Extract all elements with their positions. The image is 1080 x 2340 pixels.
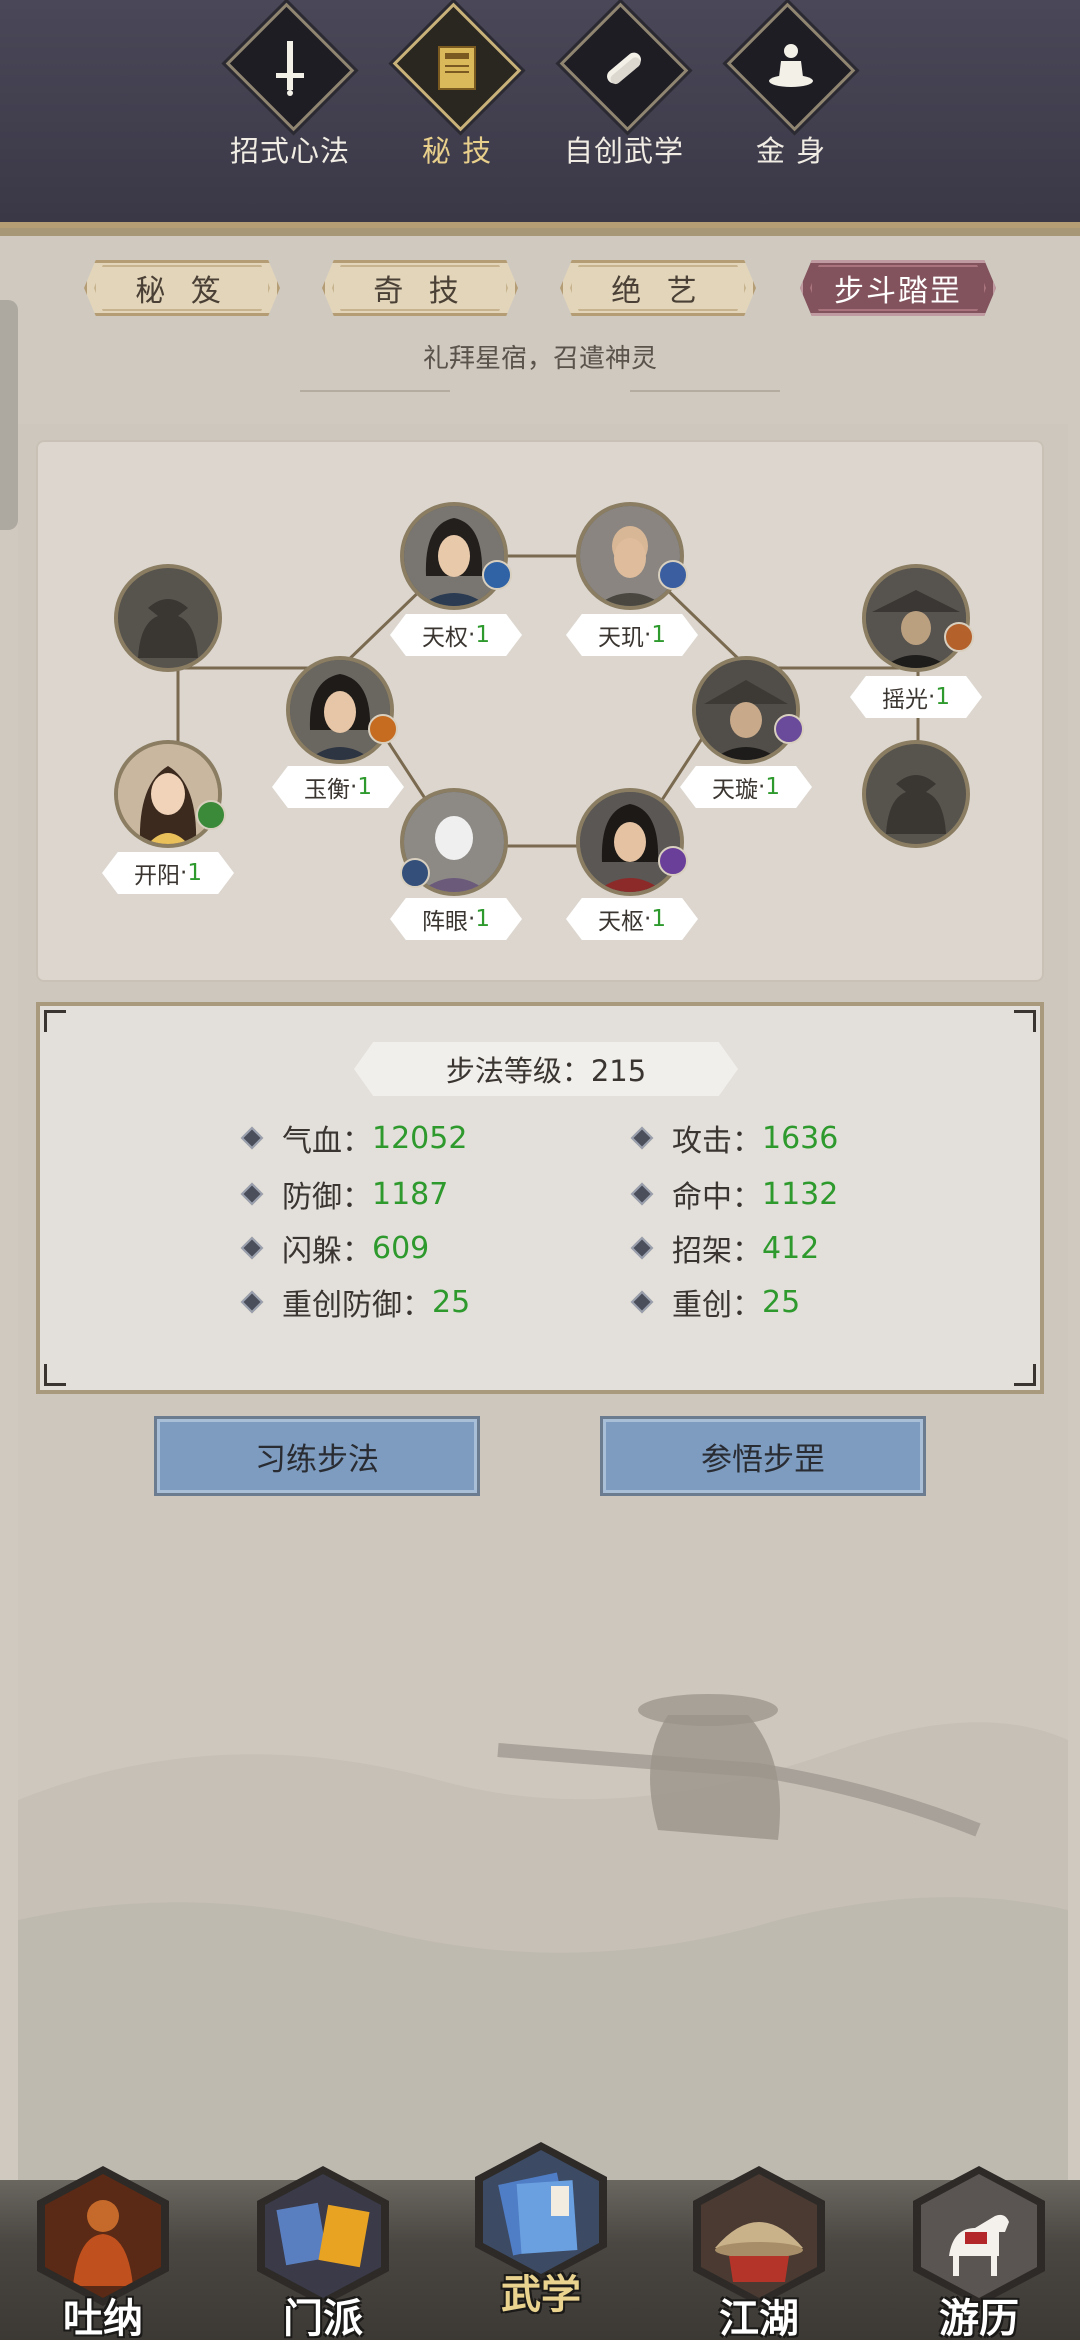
star-nameplate: 天璇 · 1 — [680, 766, 812, 808]
practice-steps-button[interactable]: 习练步法 — [154, 1416, 480, 1496]
diamond-bullet-icon — [630, 1236, 654, 1260]
side-drawer-handle[interactable] — [0, 300, 18, 530]
portrait-yuheng[interactable] — [286, 656, 394, 764]
empty-star-slot[interactable] — [862, 740, 970, 848]
star-nameplate: 天枢 · 1 — [566, 898, 698, 940]
step-level-label: 步法等级：215 — [354, 1042, 738, 1096]
comprehend-steps-button[interactable]: 参悟步罡 — [600, 1416, 926, 1496]
monk-icon — [45, 2174, 161, 2298]
subtab-secret-manual[interactable]: 秘 笈 — [84, 260, 280, 316]
subtab-label: 秘 笈 — [135, 274, 229, 309]
element-badge-icon — [658, 560, 688, 590]
stat-crit-defense: 重创防御： 25 — [236, 1280, 470, 1324]
diamond-bullet-icon — [240, 1290, 264, 1314]
element-badge-icon — [368, 714, 398, 744]
portrait-tianxuan[interactable] — [692, 656, 800, 764]
stat-crit: 重创： 25 — [626, 1280, 800, 1324]
element-badge-icon — [944, 622, 974, 652]
stats-panel: 步法等级：215 气血： 12052 攻击： 1636 防御： 1187 命中： 113… — [36, 1002, 1044, 1394]
top-tab-label: 自创武学 — [563, 134, 684, 168]
diamond-bullet-icon — [630, 1126, 654, 1150]
nav-tuna[interactable]: 吐纳 — [28, 2166, 178, 2340]
portrait-yaoguang[interactable] — [862, 564, 970, 672]
stat-attack: 攻击： 1636 — [626, 1116, 838, 1160]
diamond-bullet-icon — [240, 1236, 264, 1260]
stat-dodge: 闪躲： 609 — [236, 1226, 429, 1270]
subtab-label: 步斗踏罡 — [834, 274, 962, 309]
subtab-special-skill[interactable]: 奇 技 — [322, 260, 518, 316]
horse-icon — [921, 2174, 1037, 2298]
meditation-icon — [726, 2, 856, 132]
diamond-bullet-icon — [240, 1182, 264, 1206]
element-badge-icon — [400, 858, 430, 888]
nav-travel[interactable]: 游历 — [904, 2166, 1054, 2340]
scrolls-icon — [559, 2, 689, 132]
stat-hit: 命中： 1132 — [626, 1172, 838, 1216]
portrait-tianquan[interactable] — [400, 502, 508, 610]
star-nameplate: 阵眼 · 1 — [390, 898, 522, 940]
divider — [630, 390, 780, 394]
element-badge-icon — [658, 846, 688, 876]
scroll-book-icon — [392, 2, 522, 132]
nav-sect[interactable]: 门派 — [248, 2166, 398, 2340]
empty-star-slot[interactable] — [114, 564, 222, 672]
star-nameplate: 天玑 · 1 — [566, 614, 698, 656]
top-tab-custom[interactable]: 自创武学 — [539, 2, 709, 170]
subtab-unique-art[interactable]: 绝 艺 — [560, 260, 756, 316]
stat-hp: 气血： 12052 — [236, 1116, 467, 1160]
star-nameplate: 开阳 · 1 — [102, 852, 234, 894]
straw-hat-icon — [701, 2174, 817, 2298]
star-nameplate: 天权 · 1 — [390, 614, 522, 656]
martial-book-icon — [483, 2150, 599, 2274]
top-tab-label: 秘 技 — [421, 134, 493, 168]
subtab-label: 绝 艺 — [611, 274, 705, 309]
subtab-label: 奇 技 — [373, 274, 467, 309]
divider — [300, 390, 450, 394]
sword-icon — [225, 2, 355, 132]
element-badge-icon — [482, 560, 512, 590]
top-tab-moves[interactable]: 招式心法 — [205, 2, 375, 170]
nav-label: 武学 — [501, 2272, 581, 2318]
nav-label: 游历 — [939, 2296, 1019, 2340]
stat-defense: 防御： 1187 — [236, 1172, 448, 1216]
element-badge-icon — [196, 800, 226, 830]
nav-jianghu[interactable]: 江湖 — [684, 2166, 834, 2340]
nav-label: 江湖 — [719, 2296, 799, 2340]
element-badge-icon — [774, 714, 804, 744]
portrait-tianshu[interactable] — [576, 788, 684, 896]
ink-painting-background — [18, 1694, 1068, 2180]
star-nameplate: 玉衡 · 1 — [272, 766, 404, 808]
portrait-tianji[interactable] — [576, 502, 684, 610]
nav-martial[interactable]: 武学 — [466, 2142, 616, 2318]
portrait-kaiyang[interactable] — [114, 740, 222, 848]
section-subtitle: 礼拜星宿，召遣神灵 — [422, 344, 657, 374]
nav-label: 门派 — [283, 2296, 363, 2340]
diamond-bullet-icon — [630, 1290, 654, 1314]
sect-banner-icon — [265, 2174, 381, 2298]
top-tab-label: 招式心法 — [229, 134, 350, 168]
star-nameplate: 摇光 · 1 — [850, 676, 982, 718]
stat-parry: 招架： 412 — [626, 1226, 819, 1270]
subtab-star-steps[interactable]: 步斗踏罡 — [800, 260, 996, 316]
top-tab-secret[interactable]: 秘 技 — [372, 2, 542, 170]
diamond-bullet-icon — [630, 1182, 654, 1206]
top-tab-label: 金 身 — [755, 134, 827, 168]
diamond-bullet-icon — [240, 1126, 264, 1150]
top-tab-golden-body[interactable]: 金 身 — [706, 2, 876, 170]
nav-label: 吐纳 — [63, 2296, 143, 2340]
